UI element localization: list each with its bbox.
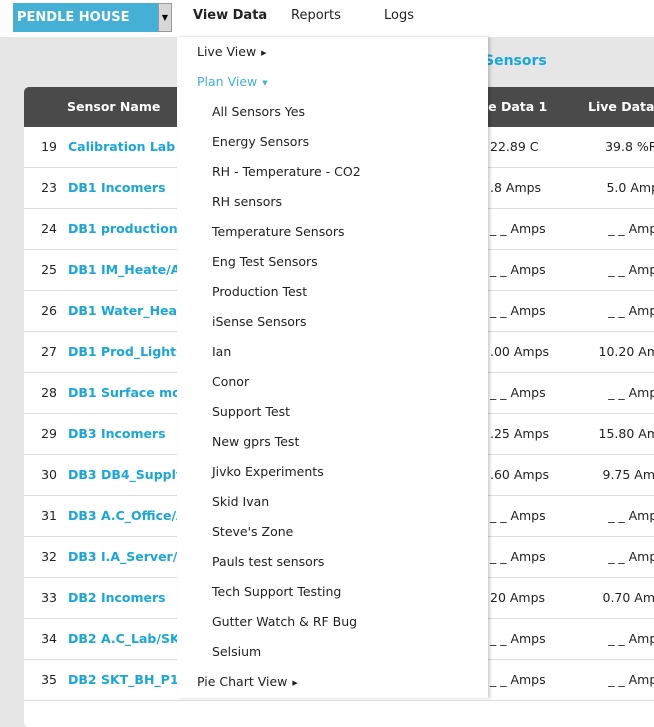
live-data-2: 0.70 Amps: [602, 590, 654, 605]
live-data-2: _ _ Amps: [608, 385, 654, 400]
menu-plan-item[interactable]: RH - Temperature - CO2: [212, 164, 361, 179]
live-data-2: _ _ Amps: [608, 303, 654, 318]
live-data-1: _ _ Amps: [490, 672, 546, 687]
view-data-dropdown-menu: Live View ▶ Plan View ▼ All Sensors Yes Ene…: [177, 37, 488, 698]
menu-plan-item[interactable]: iSense Sensors: [212, 314, 307, 329]
menu-plan-item[interactable]: Energy Sensors: [212, 134, 309, 149]
caret-down-icon: ▼: [262, 78, 268, 87]
sensor-name-link[interactable]: DB1 production h: [68, 221, 191, 236]
menu-plan-item[interactable]: All Sensors Yes: [212, 104, 305, 119]
live-data-1: .8 Amps: [490, 180, 542, 195]
caret-right-icon: ▶: [261, 48, 267, 57]
menu-plan-view[interactable]: Plan View ▼: [197, 74, 268, 89]
sensor-number: 34: [41, 631, 57, 646]
sensor-number: 27: [41, 344, 57, 359]
sensor-name-link[interactable]: DB1 Water_Heate: [68, 303, 191, 318]
live-data-1: _ _ Amps: [490, 303, 546, 318]
sensor-name-link[interactable]: DB3 A.C_Office/A: [68, 508, 186, 523]
menu-plan-item[interactable]: Pauls test sensors: [212, 554, 324, 569]
site-selector[interactable]: PENDLE HOUSE ▼: [13, 3, 172, 32]
site-name: PENDLE HOUSE: [17, 10, 130, 25]
sensor-name-link[interactable]: DB2 Incomers: [68, 590, 166, 605]
menu-plan-item[interactable]: Production Test: [212, 284, 307, 299]
live-data-1: .60 Amps: [490, 467, 550, 482]
menu-plan-item[interactable]: Jivko Experiments: [212, 464, 324, 479]
sensor-number: 19: [41, 139, 57, 154]
nav-view-data[interactable]: View Data: [193, 8, 267, 23]
menu-label: Plan View: [197, 74, 258, 89]
live-data-2: 15.80 Amps: [598, 426, 654, 441]
menu-plan-item[interactable]: Skid Ivan: [212, 494, 269, 509]
live-data-1: .25 Amps: [490, 426, 550, 441]
live-data-1: 20 Amps: [490, 590, 546, 605]
menu-plan-item[interactable]: Ian: [212, 344, 231, 359]
menu-plan-item[interactable]: Tech Support Testing: [212, 584, 341, 599]
live-data-1: 22.89 C: [490, 139, 539, 154]
live-data-1: _ _ Amps: [490, 508, 546, 523]
sensor-number: 31: [41, 508, 57, 523]
live-data-1: _ _ Amps: [490, 631, 546, 646]
menu-plan-item[interactable]: Conor: [212, 374, 249, 389]
live-data-2: 10.20 Amps: [598, 344, 654, 359]
sensor-name-link[interactable]: DB3 DB4_Supply/: [68, 467, 189, 482]
menu-plan-item[interactable]: RH sensors: [212, 194, 282, 209]
sensor-number: 29: [41, 426, 57, 441]
live-data-1: _ _ Amps: [490, 221, 546, 236]
sensor-number: 33: [41, 590, 57, 605]
live-data-2: 39.8 %RH: [605, 139, 654, 154]
live-data-1: .00 Amps: [490, 344, 550, 359]
live-data-2: 5.0 Amps: [606, 180, 654, 195]
live-data-2: _ _ Amps: [608, 631, 654, 646]
chevron-down-icon[interactable]: ▼: [158, 3, 172, 32]
sensor-number: 30: [41, 467, 57, 482]
menu-live-view[interactable]: Live View ▶: [197, 44, 267, 59]
sensor-number: 24: [41, 221, 57, 236]
live-data-2: _ _ Amps: [608, 221, 654, 236]
live-data-1: _ _ Amps: [490, 262, 546, 277]
live-data-1: _ _ Amps: [490, 549, 546, 564]
menu-plan-item[interactable]: Temperature Sensors: [212, 224, 345, 239]
sensor-name-link[interactable]: DB1 Incomers: [68, 180, 166, 195]
live-data-1: _ _ Amps: [490, 385, 546, 400]
live-data-2: _ _ Amps: [608, 672, 654, 687]
sensor-name-link[interactable]: DB3 I.A_Server/A.: [68, 549, 192, 564]
menu-plan-item[interactable]: Gutter Watch & RF Bug: [212, 614, 357, 629]
sensor-number: 26: [41, 303, 57, 318]
live-data-2: _ _ Amps: [608, 508, 654, 523]
sensor-name-link[interactable]: DB2 A.C_Lab/SKT.: [68, 631, 191, 646]
sensor-number: 28: [41, 385, 57, 400]
sensor-name-link[interactable]: DB3 Incomers: [68, 426, 166, 441]
sensor-number: 23: [41, 180, 57, 195]
caret-right-icon: ▶: [292, 678, 298, 687]
menu-plan-item[interactable]: Steve's Zone: [212, 524, 293, 539]
header-sensor-name: Sensor Name: [67, 99, 161, 114]
top-bar: PENDLE HOUSE ▼ View Data Reports Logs: [0, 0, 654, 37]
menu-pie-chart-view[interactable]: Pie Chart View ▶: [197, 674, 298, 689]
header-live-data-1: ve Data 1: [480, 99, 548, 114]
sensor-number: 25: [41, 262, 57, 277]
menu-plan-item[interactable]: New gprs Test: [212, 434, 299, 449]
sensor-number: 35: [41, 672, 57, 687]
sensor-name-link[interactable]: Calibration Lab: [68, 139, 175, 154]
header-live-data-2: Live Data 2: [588, 99, 654, 114]
sensor-name-link[interactable]: DB1 Prod_Lights: [68, 344, 184, 359]
menu-plan-item[interactable]: Support Test: [212, 404, 290, 419]
menu-label: Pie Chart View: [197, 674, 288, 689]
menu-label: Live View: [197, 44, 257, 59]
live-data-2: _ _ Amps: [608, 549, 654, 564]
menu-plan-item[interactable]: Eng Test Sensors: [212, 254, 318, 269]
nav-logs[interactable]: Logs: [384, 8, 414, 23]
sensor-name-link[interactable]: DB1 IM_Heate/Air.: [68, 262, 194, 277]
live-data-2: _ _ Amps: [608, 262, 654, 277]
menu-plan-item[interactable]: Selsium: [212, 644, 261, 659]
sensor-number: 32: [41, 549, 57, 564]
sensor-name-link[interactable]: DB2 SKT_BH_P1/S: [68, 672, 192, 687]
live-data-2: 9.75 Amps: [602, 467, 654, 482]
nav-reports[interactable]: Reports: [291, 8, 341, 23]
